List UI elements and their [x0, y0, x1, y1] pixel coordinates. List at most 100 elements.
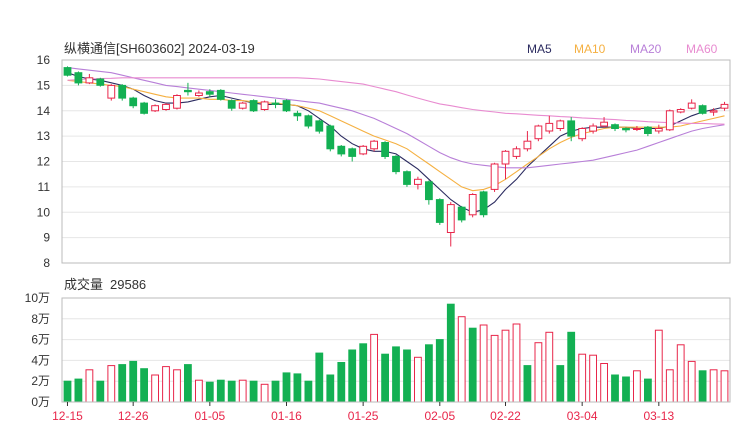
candle-body: [501, 150, 510, 165]
volume-bar: [271, 380, 280, 403]
volume-bar: [457, 316, 466, 403]
volume-tick-label: 4万: [31, 353, 50, 367]
candle: [381, 141, 390, 159]
candle-body: [293, 112, 302, 117]
date-axis: 12-15 12-26 01-05 01-16 01-25 02-05 02-22 03-04…: [52, 402, 674, 423]
candle-body: [676, 109, 685, 113]
candle-body: [611, 124, 619, 129]
price-tick-label: 9: [43, 231, 50, 245]
volume-bar: [490, 334, 499, 403]
candle: [118, 84, 127, 101]
candle: [654, 124, 663, 134]
volume-bar: [282, 372, 291, 403]
candle: [457, 205, 466, 223]
ma-line-ma60: [67, 77, 725, 125]
candle-body: [512, 148, 521, 157]
volume-value: 29586: [110, 277, 146, 292]
volume-tick-label: 8万: [31, 312, 50, 326]
candle-body: [195, 92, 203, 96]
volume-bar: [359, 343, 368, 403]
candle: [512, 146, 521, 159]
candle: [545, 115, 554, 134]
volume-bar: [633, 370, 641, 403]
volume-label: 成交量: [64, 277, 103, 292]
volume-bar: [512, 323, 521, 403]
candle: [578, 127, 587, 142]
candle: [523, 131, 532, 152]
volume-bar: [654, 329, 663, 403]
candle-body: [271, 102, 280, 105]
date-tick-label: 12-26: [118, 409, 149, 423]
candle: [425, 180, 433, 205]
volume-bar: [216, 379, 225, 403]
candle: [370, 139, 379, 152]
candle-body: [534, 125, 543, 140]
volume-bar: [173, 369, 181, 403]
candle: [556, 119, 565, 132]
candle: [282, 99, 291, 113]
volume-bar: [140, 368, 148, 403]
candle: [665, 109, 674, 132]
volume-bar: [589, 354, 598, 403]
candle-body: [173, 95, 181, 109]
candle: [534, 124, 543, 142]
candle: [622, 127, 630, 133]
date-tick-label: 01-25: [348, 409, 379, 423]
volume-bar: [337, 362, 346, 403]
legend-item-ma10: MA10: [574, 42, 606, 56]
candle: [644, 125, 652, 137]
volume-bar: [567, 331, 576, 403]
candle: [85, 73, 94, 85]
volume-bar: [227, 380, 236, 403]
price-y-axis: 8 9 10 11 12 13 14 15 16: [37, 53, 51, 270]
candle: [173, 94, 181, 110]
candle: [611, 123, 619, 132]
date-tick-label: 02-22: [490, 409, 521, 423]
legend-item-ma20: MA20: [630, 42, 662, 56]
candle-body: [162, 103, 170, 111]
volume-bar: [326, 374, 335, 403]
volume-bar: [622, 376, 630, 403]
candle-body: [282, 100, 291, 112]
candle-body: [315, 120, 324, 132]
volume-tick-label: 2万: [31, 374, 50, 388]
candle: [403, 170, 411, 187]
candle-body: [622, 128, 630, 131]
volume-tick-label: 10万: [25, 291, 50, 305]
volume-bar: [85, 369, 94, 403]
volume-bar: [63, 380, 72, 403]
volume-bar: [392, 346, 400, 403]
candle-body: [260, 101, 269, 111]
candle-body: [238, 102, 247, 109]
volume-bar: [118, 364, 127, 403]
chart-title: 纵横通信[SH603602] 2024-03-19: [64, 41, 255, 56]
candle-body: [63, 67, 72, 76]
candle: [446, 202, 455, 247]
volume-bar: [370, 333, 379, 403]
candle: [414, 176, 422, 190]
volume-header: 成交量 29586: [64, 277, 146, 292]
candle-body: [118, 84, 127, 99]
candle: [468, 193, 477, 218]
price-tick-label: 12: [37, 155, 51, 169]
candle-body: [633, 128, 641, 130]
candle: [227, 99, 236, 111]
volume-bar: [556, 365, 565, 403]
candle: [293, 110, 302, 121]
candle-body: [446, 204, 455, 234]
candle: [315, 119, 324, 134]
candle-body: [359, 145, 368, 155]
candle-body: [370, 140, 379, 150]
price-panel: 8 9 10 11 12 13 14 15 16: [37, 53, 731, 270]
volume-bar: [578, 353, 587, 403]
candle-body: [665, 110, 674, 131]
ma-line-ma5: [67, 72, 725, 213]
candle: [249, 99, 258, 113]
candle: [687, 99, 696, 110]
moving-average-lines: [67, 67, 725, 213]
ma-line-ma20: [67, 67, 725, 169]
candle-body: [545, 122, 554, 132]
volume-bar: [195, 379, 203, 403]
candle: [260, 100, 269, 111]
price-tick-label: 14: [37, 104, 51, 118]
